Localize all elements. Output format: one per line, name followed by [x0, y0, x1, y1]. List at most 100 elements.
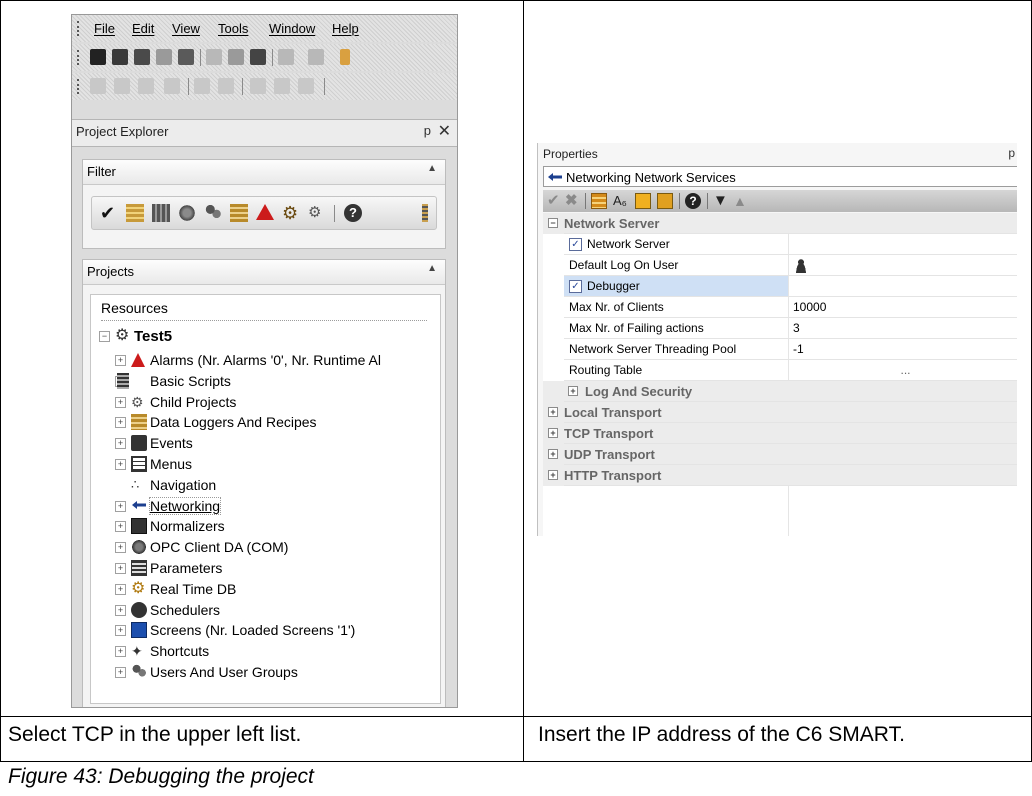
menu-tools[interactable]: Tools — [218, 21, 248, 36]
categorized-icon[interactable] — [591, 193, 607, 209]
tree-item[interactable]: + Networking — [115, 496, 435, 517]
tree-root-test5[interactable]: − ⚙ Test5 — [99, 327, 429, 347]
menu-window[interactable]: Window — [269, 21, 315, 36]
collapse-caret-icon[interactable]: ▲ — [427, 163, 437, 174]
cut-icon[interactable] — [206, 49, 222, 65]
tree-item[interactable]: +Basic Scripts — [115, 372, 435, 392]
align-left-icon[interactable] — [90, 78, 106, 94]
filter-overflow-icon[interactable] — [422, 204, 428, 222]
tree-item[interactable]: + Alarms (Nr. Alarms '0', Nr. Runtime Al — [115, 351, 435, 371]
alarm-bell-icon[interactable] — [256, 204, 274, 220]
expand-icon[interactable]: + — [115, 542, 126, 554]
child-gear-icon[interactable]: ⚙ — [308, 204, 326, 222]
tree-item[interactable]: + ⚙ Real Time DB — [115, 580, 435, 600]
align-top-icon[interactable] — [138, 78, 154, 94]
datalogger-icon[interactable] — [230, 204, 248, 222]
paste-icon[interactable] — [250, 49, 266, 65]
property-row[interactable]: ✓ Network Server — [543, 234, 1017, 255]
tree-item[interactable]: + Parameters — [115, 559, 435, 579]
expand-icon[interactable]: + — [115, 646, 126, 658]
expand-icon[interactable]: + — [115, 355, 126, 366]
check-icon[interactable]: ✔ — [100, 204, 118, 222]
property-category[interactable]: + Log And Security — [543, 381, 1017, 402]
tree-item[interactable]: + Users And User Groups — [115, 663, 435, 683]
menu-file[interactable]: File — [94, 21, 115, 36]
save-all-icon[interactable] — [156, 49, 172, 65]
property-value[interactable] — [788, 255, 1017, 276]
tree-item[interactable]: + Menus — [115, 455, 435, 475]
bring-front-icon[interactable] — [250, 78, 266, 94]
tree-item[interactable]: + ✦ Shortcuts — [115, 642, 435, 662]
expand-icon[interactable]: + — [568, 386, 578, 396]
menu-help[interactable]: Help — [332, 21, 359, 36]
property-row[interactable]: Max Nr. of Clients 10000 — [543, 297, 1017, 318]
expand-icon[interactable]: + — [115, 563, 126, 574]
property-value[interactable] — [788, 234, 1017, 255]
tree-item[interactable]: ∴ Navigation — [115, 476, 435, 496]
send-back-icon[interactable] — [274, 78, 290, 94]
expand-icon[interactable]: + — [115, 417, 126, 429]
up-arrow-icon[interactable]: ▲ — [733, 193, 749, 209]
help-icon[interactable]: ? — [344, 204, 362, 222]
help-icon[interactable]: ? — [685, 193, 701, 209]
pin-icon[interactable]: p — [1008, 146, 1015, 160]
copy-icon[interactable] — [228, 49, 244, 65]
toolbar-grip[interactable] — [77, 79, 82, 94]
property-category[interactable]: − Network Server — [543, 213, 1017, 234]
new-icon[interactable] — [90, 49, 106, 65]
property-value[interactable]: 3 — [788, 318, 1017, 339]
property-row[interactable]: Max Nr. of Failing actions 3 — [543, 318, 1017, 339]
property-category[interactable]: + UDP Transport — [543, 444, 1017, 465]
tree-item[interactable]: + Normalizers — [115, 517, 435, 537]
cancel-x-icon[interactable]: ✖ — [565, 193, 581, 209]
tree-item[interactable]: + Schedulers — [115, 601, 435, 621]
menu-view[interactable]: View — [172, 21, 200, 36]
tree-item[interactable]: + Events — [115, 434, 435, 454]
tree-item[interactable]: + Screens (Nr. Loaded Screens '1') — [115, 621, 435, 641]
expand-icon[interactable]: + — [115, 521, 126, 533]
collapse-icon[interactable]: − — [99, 331, 110, 342]
property-value[interactable]: 10000 — [788, 297, 1017, 318]
alarm-list-icon[interactable] — [126, 204, 144, 222]
projects-panel-header[interactable]: Projects ▲ — [83, 260, 445, 285]
gear-icon[interactable]: ⚙ — [282, 204, 300, 222]
expand-icon[interactable]: + — [548, 428, 558, 438]
align-right-icon[interactable] — [114, 78, 130, 94]
property-row[interactable]: Routing Table... — [543, 360, 1017, 381]
same-height-icon[interactable] — [218, 78, 234, 94]
close-icon[interactable]: ✕ — [438, 121, 451, 141]
expand-icon[interactable]: + — [115, 667, 126, 678]
alphabetical-icon[interactable]: A₆ — [613, 193, 629, 209]
filter-icon[interactable]: ▼ — [713, 193, 729, 209]
property-value[interactable]: -1 — [788, 339, 1017, 360]
expand-icon[interactable]: + — [115, 459, 126, 470]
pin-icon[interactable]: p — [424, 123, 431, 138]
redo-icon[interactable] — [308, 49, 324, 65]
print-icon[interactable] — [178, 49, 194, 65]
undo-icon[interactable] — [278, 49, 294, 65]
checkbox[interactable]: ✓ — [569, 238, 582, 251]
expand-icon[interactable]: + — [548, 407, 558, 417]
tree-item[interactable]: + Data Loggers And Recipes — [115, 413, 435, 433]
group-icon[interactable] — [298, 78, 314, 94]
property-row[interactable]: Network Server Threading Pool -1 — [543, 339, 1017, 360]
collapse-icon[interactable]: − — [548, 218, 558, 228]
expand-icon[interactable]: + — [115, 604, 126, 616]
menu-edit[interactable]: Edit — [132, 21, 154, 36]
expand-icon[interactable]: + — [115, 438, 126, 450]
property-category[interactable]: + TCP Transport — [543, 423, 1017, 444]
property-category[interactable]: + Local Transport — [543, 402, 1017, 423]
apply-check-icon[interactable]: ✔ — [547, 193, 563, 209]
toolbar-overflow-icon[interactable] — [340, 49, 350, 65]
collapse-caret-icon[interactable]: ▲ — [427, 263, 437, 274]
save-icon[interactable] — [134, 49, 150, 65]
expand-icon[interactable]: + — [115, 625, 126, 637]
toolbar-grip[interactable] — [77, 50, 82, 65]
comment-icon[interactable] — [657, 193, 673, 209]
users-icon[interactable] — [204, 204, 222, 222]
tree-item[interactable]: + OPC Client DA (COM) — [115, 538, 435, 558]
expand-icon[interactable]: + — [115, 583, 126, 595]
property-value[interactable] — [788, 276, 1017, 297]
filter-panel-header[interactable]: Filter ▲ — [83, 160, 445, 185]
network-icon[interactable] — [152, 204, 170, 222]
